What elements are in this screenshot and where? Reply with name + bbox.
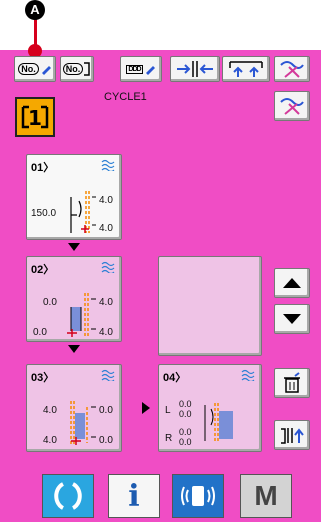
step-4-R-bottom: 0.0 — [179, 437, 192, 447]
thread-trim-icon — [280, 61, 304, 78]
cycle-no-icon: No. — [62, 62, 92, 76]
step-3-sewing-graphic — [70, 401, 96, 445]
thread-trim-reverse-button[interactable] — [274, 91, 310, 121]
thread-trim-reverse-icon — [280, 98, 304, 115]
step-2-bottom-left: 0.0 — [33, 327, 47, 338]
scroll-down-icon — [283, 314, 301, 324]
step-4-L-marker: L — [165, 405, 171, 416]
step-2-bottom-right: 4.0 — [99, 327, 113, 338]
mode-key-button[interactable]: M — [240, 474, 292, 518]
text-edit-icon: DDD — [126, 63, 155, 75]
cycle-no-button[interactable]: No. — [60, 56, 94, 82]
empty-step-slot[interactable] — [158, 256, 262, 356]
step-2-number: 02〉 — [31, 264, 55, 276]
scroll-down-button[interactable] — [274, 304, 310, 334]
bobbin-winder-button[interactable] — [222, 56, 270, 82]
insert-step-button[interactable] — [274, 420, 310, 450]
step-1-bottom-right: 4.0 — [99, 223, 113, 234]
thread-tension-icon — [101, 369, 115, 381]
scroll-up-icon — [283, 278, 301, 288]
cycle-program-icon: 1 — [15, 97, 55, 137]
thread-tension-icon — [101, 159, 115, 171]
ready-key-icon — [54, 482, 82, 510]
step-3-to-4-arrow — [142, 402, 150, 414]
pattern-no-edit-icon: No. — [18, 63, 52, 75]
delete-step-icon — [284, 372, 300, 393]
cycle-title: CYCLE1 — [104, 91, 147, 103]
step-2-to-3-arrow — [68, 345, 80, 353]
step-4-number: 04〉 — [163, 372, 187, 384]
step-4-R-marker: R — [165, 433, 173, 444]
step-1-to-2-arrow — [68, 243, 80, 251]
step-2-sewing-graphic — [67, 293, 96, 337]
width-adjust-icon — [177, 61, 213, 77]
step-2-top-left: 0.0 — [43, 297, 57, 308]
step-2-card[interactable]: 02〉 0.0 4.0 0.0 4.0 — [26, 256, 122, 342]
ready-key-button[interactable] — [42, 474, 94, 518]
thread-tension-icon — [241, 369, 255, 381]
info-key-icon: i — [128, 478, 140, 514]
step-3-number: 03〉 — [31, 372, 55, 384]
step-3-top-left: 4.0 — [43, 405, 57, 416]
step-3-bottom-right: 0.0 — [99, 435, 113, 446]
bobbin-winder-icon — [229, 61, 263, 77]
step-1-number: 01〉 — [31, 162, 55, 174]
insert-step-icon — [281, 428, 304, 444]
pattern-no-edit-button[interactable]: No. — [14, 56, 56, 82]
step-3-bottom-left: 4.0 — [43, 435, 57, 446]
communication-key-icon — [181, 486, 215, 506]
mode-key-icon: M — [254, 480, 278, 511]
step-1-card[interactable]: 01〉 4.0 150.0 4.0 — [26, 154, 122, 240]
text-edit-button[interactable]: DDD — [120, 56, 162, 82]
cycle-number: 1 — [28, 106, 42, 130]
communication-key-button[interactable] — [172, 474, 224, 518]
step-1-sewing-graphic — [70, 191, 96, 233]
thread-trim-button[interactable] — [274, 56, 310, 82]
step-4-card[interactable]: 04〉 L 0.0 0.0 R 0.0 0.0 — [158, 364, 262, 452]
width-adjust-button[interactable] — [170, 56, 220, 82]
step-4-R-top: 0.0 — [179, 427, 192, 437]
step-2-top-right: 4.0 — [99, 297, 113, 308]
scroll-up-button[interactable] — [274, 268, 310, 298]
step-1-left: 150.0 — [31, 208, 57, 219]
annotation-marker: A — [25, 0, 45, 20]
step-4-L-top: 0.0 — [179, 399, 192, 409]
step-3-card[interactable]: 03〉 4.0 0.0 4.0 0.0 — [26, 364, 122, 452]
step-1-top-right: 4.0 — [99, 195, 113, 206]
info-key-button[interactable]: i — [108, 474, 160, 518]
thread-tension-icon — [101, 261, 115, 273]
step-4-L-bottom: 0.0 — [179, 409, 192, 419]
delete-step-button[interactable] — [274, 368, 310, 398]
step-3-top-right: 0.0 — [99, 405, 113, 416]
step-4-sewing-graphic — [204, 403, 233, 443]
